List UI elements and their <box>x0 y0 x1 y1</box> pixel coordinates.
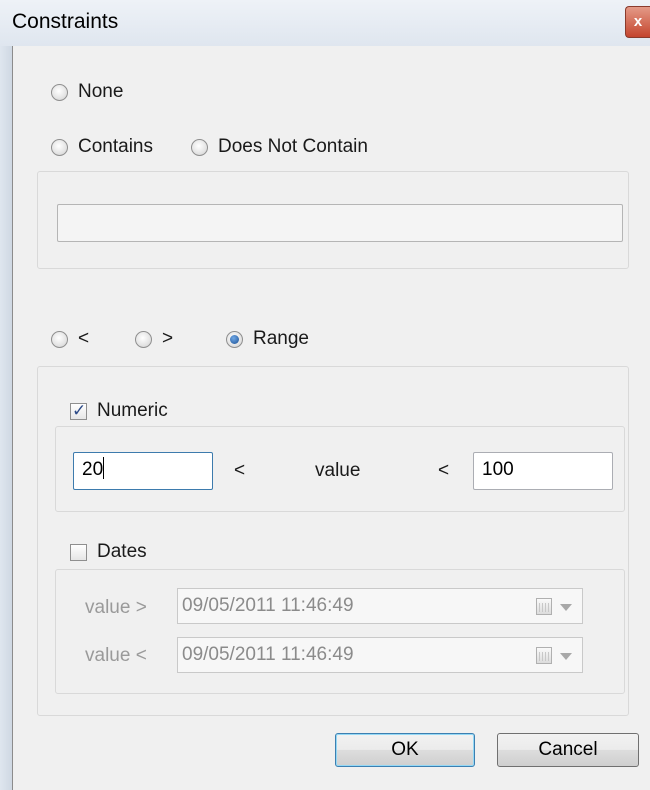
contains-text-input[interactable] <box>57 204 623 242</box>
date-after-picker[interactable]: 09/05/2011 11:46:49 <box>177 588 583 624</box>
calendar-icon[interactable] <box>536 598 552 615</box>
text-cursor <box>103 457 105 479</box>
contains-group <box>37 171 629 269</box>
radio-range[interactable]: Range <box>226 328 309 350</box>
title-bar: Constraints x <box>0 0 650 46</box>
range-min-value: 20 <box>82 459 104 480</box>
check-icon: ✓ <box>72 400 87 420</box>
calendar-icon[interactable] <box>536 647 552 664</box>
dates-label: Dates <box>97 541 147 562</box>
chevron-down-icon[interactable] <box>560 604 572 611</box>
radio-does-not-contain-label: Does Not Contain <box>218 136 368 157</box>
ok-button[interactable]: OK <box>335 733 475 767</box>
radio-none-button[interactable] <box>51 83 68 101</box>
radio-does-not-contain[interactable]: Does Not Contain <box>191 136 368 158</box>
window-title: Constraints <box>12 10 119 33</box>
date-before-value: 09/05/2011 11:46:49 <box>182 644 354 665</box>
radio-none-label: None <box>78 81 124 102</box>
dates-group: value > 09/05/2011 11:46:49 value < 09/0… <box>55 569 625 694</box>
radio-less-than-button[interactable] <box>51 330 68 348</box>
dates-checkbox-box[interactable] <box>70 543 87 561</box>
cancel-button[interactable]: Cancel <box>497 733 639 767</box>
radio-less-than-label: < <box>78 328 90 349</box>
numeric-checkbox[interactable]: ✓ Numeric <box>70 400 168 422</box>
radio-none[interactable]: None <box>51 81 123 103</box>
radio-contains[interactable]: Contains <box>51 136 153 158</box>
date-after-value: 09/05/2011 11:46:49 <box>182 595 354 616</box>
numeric-label: Numeric <box>97 400 168 421</box>
range-min-input[interactable]: 20 <box>73 452 213 490</box>
range-value-label: value <box>315 460 361 481</box>
radio-range-button[interactable] <box>226 330 243 348</box>
radio-greater-than[interactable]: > <box>135 328 173 350</box>
numeric-checkbox-box[interactable]: ✓ <box>70 400 87 420</box>
radio-contains-button[interactable] <box>51 138 68 156</box>
range-max-input[interactable]: 100 <box>473 452 613 490</box>
dialog-body: None Contains Does Not Contain < > Range… <box>12 46 650 790</box>
radio-does-not-contain-button[interactable] <box>191 138 208 156</box>
radio-range-label: Range <box>253 328 309 349</box>
radio-less-than[interactable]: < <box>51 328 89 350</box>
date-before-label: value < <box>85 645 147 666</box>
radio-greater-than-button[interactable] <box>135 330 152 348</box>
numeric-range-group: 20 < value < 100 <box>55 426 625 512</box>
radio-greater-than-label: > <box>162 328 174 349</box>
close-icon[interactable]: x <box>625 6 650 38</box>
window-frame <box>0 46 12 790</box>
date-after-label: value > <box>85 597 147 618</box>
chevron-down-icon[interactable] <box>560 653 572 660</box>
range-group: ✓ Numeric 20 < value < 100 Dates value >… <box>37 366 629 716</box>
dates-checkbox[interactable]: Dates <box>70 541 147 563</box>
radio-contains-label: Contains <box>78 136 153 157</box>
date-before-picker[interactable]: 09/05/2011 11:46:49 <box>177 637 583 673</box>
range-op-1: < <box>234 460 246 481</box>
range-op-2: < <box>438 460 450 481</box>
